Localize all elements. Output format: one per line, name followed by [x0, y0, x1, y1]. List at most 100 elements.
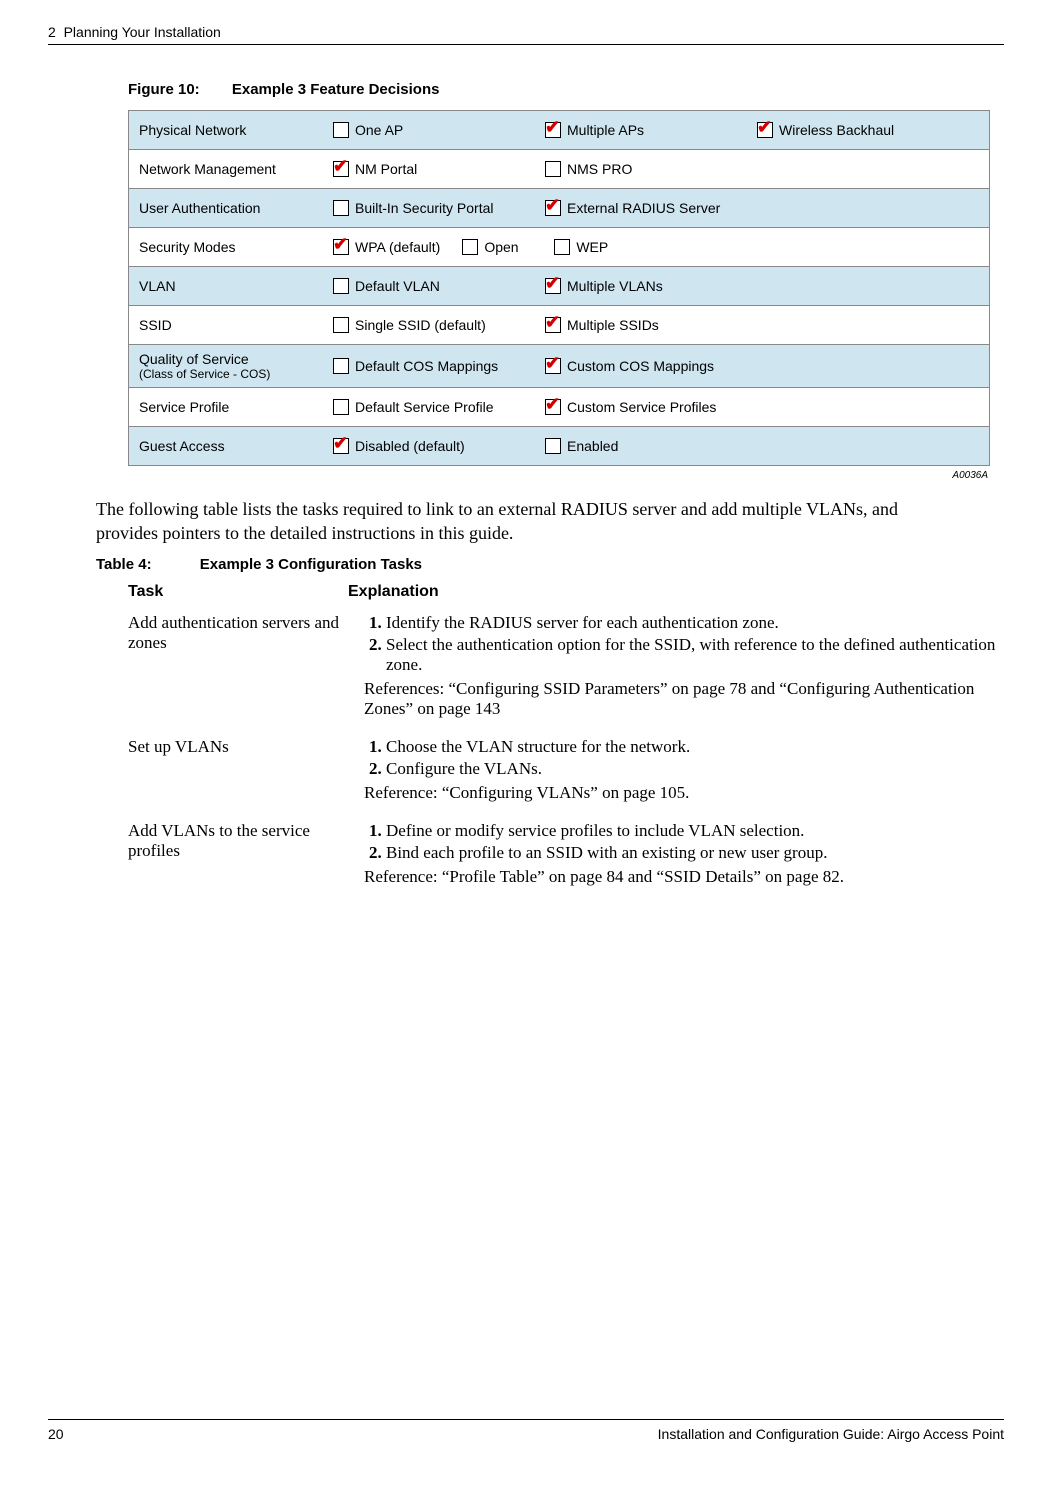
checkbox-unchecked-icon [462, 239, 478, 255]
decision-row-label: SSID [129, 311, 329, 339]
config-task-explanation: Define or modify service profiles to inc… [364, 821, 998, 887]
config-task-step: Choose the VLAN structure for the networ… [386, 737, 998, 757]
decision-option-label: NM Portal [355, 161, 417, 177]
decision-row-label-text: Quality of Service [139, 351, 249, 367]
config-task-steps: Identify the RADIUS server for each auth… [364, 613, 998, 675]
decision-option: WEP [554, 239, 744, 255]
decision-option-label: Default COS Mappings [355, 358, 498, 374]
figure-caption: Figure 10: Example 3 Feature Decisions [128, 81, 1004, 98]
checkbox-unchecked-icon [333, 358, 349, 374]
decision-option-label: Custom Service Profiles [567, 399, 716, 415]
decision-row: Physical NetworkOne APMultiple APsWirele… [129, 111, 989, 149]
checkbox-unchecked-icon [554, 239, 570, 255]
decision-option: Open [462, 239, 532, 255]
decision-row: Security Modes WPA (default) Open WEP [129, 227, 989, 266]
config-task-step: Select the authentication option for the… [386, 635, 998, 675]
checkbox-unchecked-icon [545, 438, 561, 454]
figure-title: Example 3 Feature Decisions [232, 81, 440, 98]
decision-option: Wireless Backhaul [757, 122, 947, 138]
config-task-name: Set up VLANs [128, 737, 364, 803]
decision-option: Custom COS Mappings [545, 358, 735, 374]
header-task: Task [128, 583, 348, 601]
decision-row-label: Network Management [129, 155, 329, 183]
decision-row-label: Physical Network [129, 116, 329, 144]
decision-option-label: Multiple SSIDs [567, 317, 659, 333]
decision-option: Multiple APs [545, 122, 735, 138]
config-task-reference: Reference: “Configuring VLANs” on page 1… [364, 783, 998, 803]
decision-option: WPA (default) [333, 239, 440, 255]
decision-option: NM Portal [333, 161, 523, 177]
decision-row: Network Management NM Portal NMS PRO [129, 149, 989, 188]
checkbox-checked-icon [545, 122, 561, 138]
checkbox-checked-icon [545, 278, 561, 294]
decision-option-label: Custom COS Mappings [567, 358, 714, 374]
decision-option: Multiple SSIDs [545, 317, 735, 333]
config-task-step: Bind each profile to an SSID with an exi… [386, 843, 998, 863]
config-task-steps: Choose the VLAN structure for the networ… [364, 737, 998, 779]
decision-row-label-text: Physical Network [139, 122, 246, 138]
decision-option: Default Service Profile [333, 399, 523, 415]
page-number: 20 [48, 1426, 64, 1442]
decision-option-label: Single SSID (default) [355, 317, 486, 333]
decision-option-label: Default VLAN [355, 278, 440, 294]
config-task-row: Add authentication servers and zonesIden… [128, 607, 998, 731]
checkbox-checked-icon [545, 399, 561, 415]
figure-number: Figure 10: [128, 81, 200, 98]
config-task-table: Task Explanation Add authentication serv… [128, 583, 998, 899]
decision-row-label: Quality of Service(Class of Service - CO… [129, 345, 329, 387]
decision-row-label: User Authentication [129, 194, 329, 222]
checkbox-unchecked-icon [333, 399, 349, 415]
config-task-explanation: Choose the VLAN structure for the networ… [364, 737, 998, 803]
decision-row-options: One APMultiple APsWireless Backhaul [329, 116, 989, 144]
checkbox-unchecked-icon [333, 317, 349, 333]
decision-row-options: Built-In Security Portal External RADIUS … [329, 194, 989, 222]
doc-title: Installation and Configuration Guide: Ai… [658, 1426, 1004, 1442]
decision-option: Single SSID (default) [333, 317, 523, 333]
checkbox-unchecked-icon [333, 122, 349, 138]
decision-option: NMS PRO [545, 161, 735, 177]
decision-row-label-text: User Authentication [139, 200, 260, 216]
decision-option-label: Multiple APs [567, 122, 644, 138]
decision-option: Disabled (default) [333, 438, 523, 454]
checkbox-checked-icon [333, 161, 349, 177]
decision-option: Multiple VLANs [545, 278, 735, 294]
decision-row: Quality of Service(Class of Service - CO… [129, 344, 989, 387]
decision-row-label-text: Guest Access [139, 438, 225, 454]
feature-decision-table: Physical NetworkOne APMultiple APsWirele… [128, 110, 990, 466]
decision-option-label: Built-In Security Portal [355, 200, 494, 216]
chapter-label: 2 Planning Your Installation [48, 24, 221, 40]
decision-option: External RADIUS Server [545, 200, 735, 216]
decision-row-options: NM Portal NMS PRO [329, 155, 989, 183]
decision-option-label: WPA (default) [355, 239, 440, 255]
decision-option: Default COS Mappings [333, 358, 523, 374]
decision-row-label: Guest Access [129, 432, 329, 460]
config-task-steps: Define or modify service profiles to inc… [364, 821, 998, 863]
decision-option-label: External RADIUS Server [567, 200, 720, 216]
chapter-title: Planning Your Installation [64, 24, 221, 40]
page-header: 2 Planning Your Installation [48, 24, 1004, 45]
decision-row-options: Default COS Mappings Custom COS Mappings [329, 352, 989, 380]
config-task-reference: Reference: “Profile Table” on page 84 an… [364, 867, 998, 887]
decision-row-label-text: Security Modes [139, 239, 235, 255]
decision-option-label: Wireless Backhaul [779, 122, 894, 138]
checkbox-checked-icon [545, 317, 561, 333]
table-number: Table 4: [96, 556, 152, 573]
checkbox-checked-icon [333, 438, 349, 454]
decision-row: Service Profile Default Service Profile Cu… [129, 387, 989, 426]
checkbox-unchecked-icon [333, 200, 349, 216]
decision-row-label-text: Service Profile [139, 399, 229, 415]
decision-row-options: Default Service Profile Custom Service Pr… [329, 393, 989, 421]
decision-option-label: NMS PRO [567, 161, 632, 177]
table-caption: Table 4: Example 3 Configuration Tasks [96, 556, 1004, 573]
decision-row-options: Default VLAN Multiple VLANs [329, 272, 989, 300]
decision-row-label: Security Modes [129, 233, 329, 261]
checkbox-checked-icon [757, 122, 773, 138]
decision-option-label: Multiple VLANs [567, 278, 663, 294]
checkbox-unchecked-icon [333, 278, 349, 294]
decision-row-label: VLAN [129, 272, 329, 300]
config-task-name: Add VLANs to the service profiles [128, 821, 364, 887]
body-paragraph: The following table lists the tasks requ… [96, 497, 956, 546]
config-task-step: Identify the RADIUS server for each auth… [386, 613, 998, 633]
decision-option-label: Enabled [567, 438, 618, 454]
header-explanation: Explanation [348, 583, 998, 601]
